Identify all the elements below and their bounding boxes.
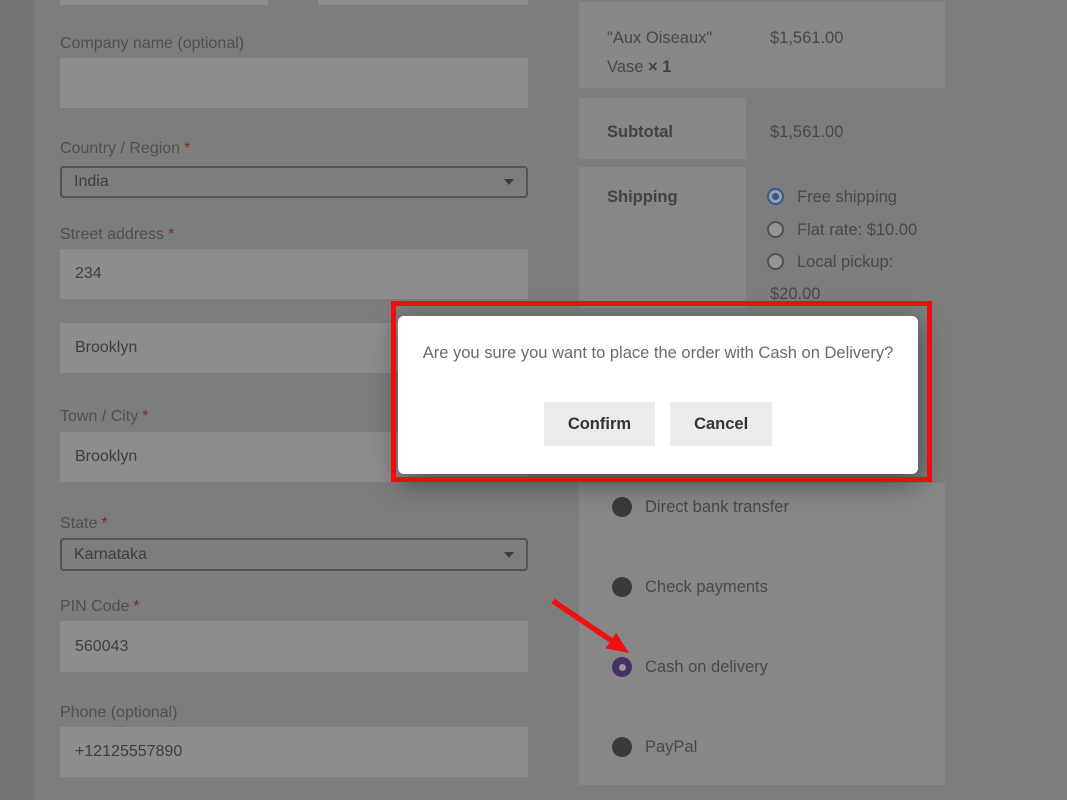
confirm-button[interactable]: Confirm xyxy=(544,402,655,446)
confirm-order-dialog: Are you sure you want to place the order… xyxy=(398,316,918,474)
country-select-value: India xyxy=(74,173,109,191)
page-left-margin xyxy=(0,0,34,800)
last-name-field[interactable] xyxy=(318,0,528,5)
state-select-value: Karnataka xyxy=(74,546,147,564)
country-select[interactable]: India xyxy=(60,166,528,198)
phone-field[interactable] xyxy=(60,727,528,777)
subtotal-value: $1,561.00 xyxy=(770,122,843,142)
street-address-field[interactable] xyxy=(60,249,528,299)
shipping-option-label[interactable]: Local pickup: xyxy=(797,252,893,272)
first-name-field[interactable] xyxy=(60,0,268,5)
shipping-option-price-wrap: $20.00 xyxy=(770,284,820,304)
payment-radio-paypal[interactable] xyxy=(612,737,632,757)
street-address-label: Street address* xyxy=(60,225,528,245)
product-name-line1: "Aux Oiseaux" xyxy=(607,28,712,48)
product-name-line2: Vase × 1 xyxy=(607,57,671,77)
pincode-label: PIN Code* xyxy=(60,597,528,617)
company-name-field[interactable] xyxy=(60,58,528,108)
pincode-field[interactable] xyxy=(60,621,528,672)
required-asterisk: * xyxy=(133,598,139,615)
shipping-radio-local-pickup[interactable] xyxy=(767,253,784,270)
chevron-down-icon xyxy=(504,179,514,185)
required-asterisk: * xyxy=(168,226,174,243)
shipping-option-label[interactable]: Free shipping xyxy=(797,187,897,207)
payment-method-label[interactable]: Direct bank transfer xyxy=(645,497,789,517)
state-label: State* xyxy=(60,514,528,534)
shipping-radio-free[interactable] xyxy=(767,188,784,205)
payment-method-label[interactable]: PayPal xyxy=(645,737,697,757)
payment-radio-check-payments[interactable] xyxy=(612,577,632,597)
company-name-label: Company name (optional) xyxy=(60,34,528,54)
shipping-label: Shipping xyxy=(607,187,678,207)
required-asterisk: * xyxy=(101,515,107,532)
shipping-radio-flat-rate[interactable] xyxy=(767,221,784,238)
dialog-message: Are you sure you want to place the order… xyxy=(398,344,918,363)
phone-label: Phone (optional) xyxy=(60,703,528,723)
product-quantity: × 1 xyxy=(648,58,671,76)
payment-method-label[interactable]: Check payments xyxy=(645,577,768,597)
shipping-option-label[interactable]: Flat rate: $10.00 xyxy=(797,220,917,240)
payment-radio-cash-on-delivery[interactable] xyxy=(612,657,632,677)
chevron-down-icon xyxy=(504,552,514,558)
payment-radio-bank-transfer[interactable] xyxy=(612,497,632,517)
payment-method-label[interactable]: Cash on delivery xyxy=(645,657,768,677)
cancel-button[interactable]: Cancel xyxy=(670,402,772,446)
state-select[interactable]: Karnataka xyxy=(60,538,528,571)
payment-methods-panel xyxy=(579,483,945,785)
product-price: $1,561.00 xyxy=(770,28,843,48)
country-label: Country / Region* xyxy=(60,139,528,159)
required-asterisk: * xyxy=(142,408,148,425)
required-asterisk: * xyxy=(184,140,190,157)
subtotal-label: Subtotal xyxy=(607,122,673,142)
